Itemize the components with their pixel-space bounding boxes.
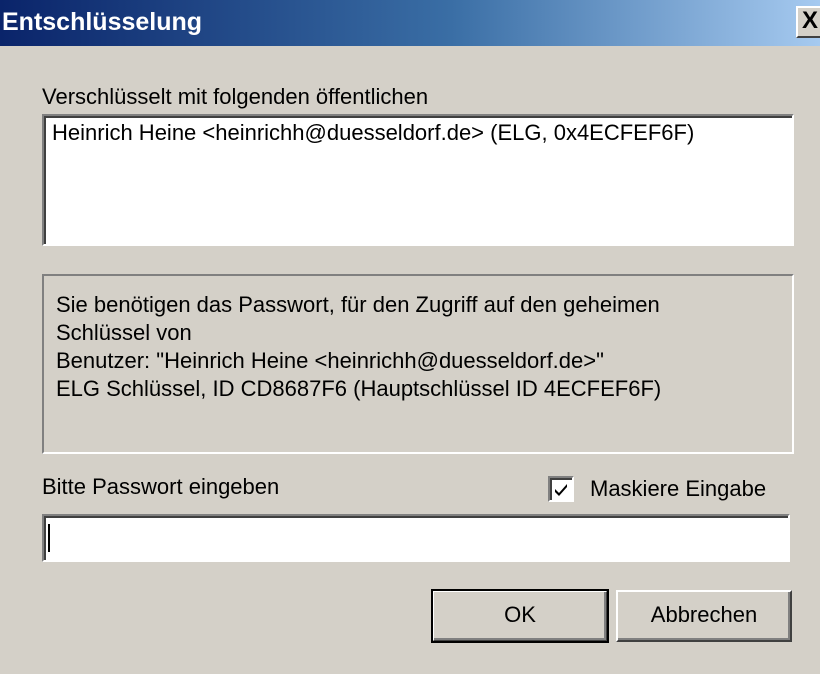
decryption-dialog: Entschlüsselung X Verschlüsselt mit folg… xyxy=(0,0,820,674)
info-line: Sie benötigen das Passwort, für den Zugr… xyxy=(56,292,660,317)
info-line: Schlüssel von xyxy=(56,320,192,345)
close-icon: X xyxy=(802,7,819,34)
recipients-list[interactable]: Heinrich Heine <heinrichh@duesseldorf.de… xyxy=(42,114,794,246)
text-caret xyxy=(48,524,50,552)
recipients-label: Verschlüsselt mit folgenden öffentlichen xyxy=(42,84,429,109)
title-bar: Entschlüsselung X xyxy=(0,0,820,46)
checkmark-icon xyxy=(555,484,567,496)
password-input[interactable] xyxy=(42,514,790,562)
mask-input-checkbox[interactable] xyxy=(548,476,574,502)
list-item[interactable]: Heinrich Heine <heinrichh@duesseldorf.de… xyxy=(52,120,694,146)
passphrase-info-box: Sie benötigen das Passwort, für den Zugr… xyxy=(42,274,794,454)
cancel-button[interactable]: Abbrechen xyxy=(616,590,792,642)
window-title: Entschlüsselung xyxy=(2,8,203,36)
close-button[interactable]: X xyxy=(796,6,820,38)
password-label: Bitte Passwort eingeben xyxy=(42,474,280,499)
mask-input-label[interactable]: Maskiere Eingabe xyxy=(590,476,766,502)
info-line: ELG Schlüssel, ID CD8687F6 (Hauptschlüss… xyxy=(56,376,662,401)
ok-button[interactable]: OK xyxy=(431,589,609,643)
info-line: Benutzer: "Heinrich Heine <heinrichh@due… xyxy=(56,348,604,373)
